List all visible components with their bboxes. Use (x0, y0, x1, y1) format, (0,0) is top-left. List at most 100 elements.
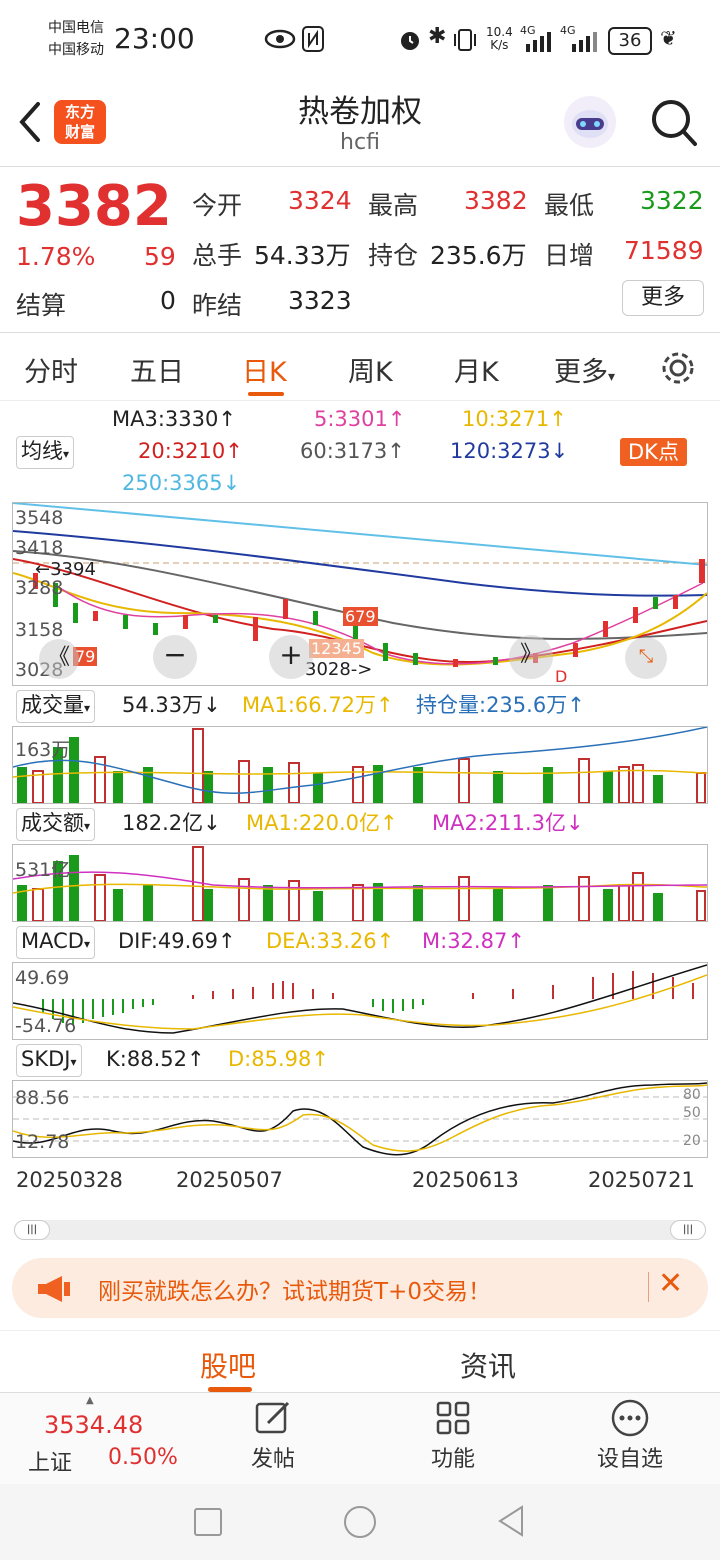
skdj-legend: SKDJ▾ K:88.52↑ D:85.98↑ (0, 1042, 720, 1078)
recents-icon[interactable] (194, 1508, 222, 1536)
ma250-label: 250:3365↓ (122, 471, 241, 495)
change-value: 59 (144, 242, 176, 271)
period-tabs: 分时 五日 日K 周K 月K 更多▾ (0, 334, 720, 401)
zoom-out-button[interactable]: − (153, 635, 197, 679)
title-bar: 东方 财富 热卷加权 hcfi (0, 80, 720, 167)
tab-monthly-k[interactable]: 月K (454, 350, 499, 389)
caret-down-icon: ▾ (83, 937, 90, 951)
caret-down-icon: ▾ (608, 369, 616, 385)
tab-intraday[interactable]: 分时 (24, 350, 78, 389)
scroll-right-button[interactable]: 》 (509, 635, 553, 679)
index-value: 3534.48 (44, 1411, 144, 1439)
oi-change-label: 日增 (544, 241, 595, 270)
promo-divider (648, 1272, 649, 1302)
promo-banner[interactable]: 刚买就跌怎么办？试试期货T+0交易！ ✕ (12, 1258, 708, 1318)
caret-down-icon: ▾ (70, 1055, 77, 1069)
assistant-robot-icon[interactable] (562, 94, 618, 150)
tab-forum[interactable]: 股吧 (200, 1345, 256, 1385)
watchlist-label: 设自选 (596, 1447, 663, 1472)
carrier-1: 中国电信 (48, 20, 104, 36)
carrier-2: 中国移动 (48, 42, 104, 58)
d-marker: D (555, 667, 568, 686)
index-change: 0.50% (108, 1445, 178, 1470)
volume-chart (13, 727, 707, 803)
amount-selector[interactable]: 成交额▾ (16, 808, 96, 841)
more-quote-button[interactable]: 更多 (622, 280, 704, 316)
kline-y-label: 3548 (15, 507, 64, 529)
macd-panel[interactable]: 49.69 -54.76 (12, 962, 708, 1040)
nfc-icon (302, 26, 324, 52)
gear-icon[interactable] (660, 350, 696, 386)
promo-text: 刚买就跌怎么办？试试期货T+0交易！ (98, 1279, 491, 1305)
fullscreen-icon[interactable]: ⤡ (625, 637, 667, 679)
volume-panel[interactable]: 163万 (12, 726, 708, 804)
add-watchlist-button[interactable]: 设自选 (590, 1399, 670, 1483)
macd-legend: MACD▾ DIF:49.69↑ DEA:33.26↑ M:32.87↑ (0, 924, 720, 960)
change-percent: 1.78% (16, 242, 96, 271)
grid-icon (436, 1401, 470, 1435)
skdj-y-top: 88.56 (15, 1087, 70, 1109)
tab-indicator (248, 392, 284, 396)
signal-2-icon (572, 32, 597, 52)
scroll-left-button[interactable]: 《 (39, 639, 79, 679)
skdj-level: 50 (683, 1105, 701, 1121)
amount-chart (13, 846, 707, 921)
kline-y-label: 3158 (15, 619, 64, 641)
back-nav-icon[interactable] (496, 1504, 526, 1538)
tab-weekly-k[interactable]: 周K (348, 350, 393, 389)
macd-y-bottom: -54.76 (15, 1015, 77, 1037)
scroll-handle-left[interactable]: ||| (14, 1220, 50, 1240)
oi-change-value: 71589 (624, 236, 704, 265)
home-icon[interactable] (344, 1506, 376, 1538)
date-label: 20250507 (176, 1168, 283, 1192)
low-label: 最低 (544, 191, 595, 220)
kline-panel[interactable]: 3548 3418 3288 3158 3028 ←3394 3028-> 79… (12, 502, 708, 686)
volume-selector[interactable]: 成交量▾ (16, 690, 96, 723)
search-icon[interactable] (650, 98, 698, 148)
zoom-in-button[interactable]: + (269, 635, 313, 679)
skdj-chart (13, 1082, 707, 1156)
ma10-label: 10:3271↑ (462, 407, 567, 431)
ma5-label: 5:3301↑ (314, 407, 406, 431)
amount-y-label: 531亿 (15, 859, 71, 881)
chart-scrollbar[interactable]: ||| ||| (14, 1220, 706, 1240)
date-label: 20250328 (16, 1168, 123, 1192)
battery-icon: 36 (608, 27, 652, 55)
skdj-selector[interactable]: SKDJ▾ (16, 1044, 82, 1077)
post-button[interactable]: 发帖 (238, 1399, 308, 1483)
functions-button[interactable]: 功能 (418, 1399, 488, 1483)
open-value: 3324 (288, 186, 352, 215)
low-value: 3322 (640, 186, 704, 215)
tab-more-periods[interactable]: 更多▾ (554, 350, 615, 389)
td-nine-mid: 12345 (309, 639, 364, 658)
ma-legend: MA3:3330↑ 5:3301↑ 10:3271↑ 均线▾ 20:3210↑ … (0, 402, 720, 500)
macd-selector[interactable]: MACD▾ (16, 926, 95, 959)
amount-ma2: MA2:211.3亿↓ (432, 811, 584, 835)
macd-dif: DIF:49.69↑ (118, 929, 236, 953)
ma-selector[interactable]: 均线▾ (16, 436, 75, 469)
ma60-label: 60:3173↑ (300, 439, 405, 463)
tab-daily-k[interactable]: 日K (242, 350, 287, 389)
clock: 23:00 (114, 22, 195, 55)
tab-five-day[interactable]: 五日 (130, 350, 184, 389)
kline-y-label: 3288 (15, 577, 64, 599)
post-label: 发帖 (250, 1447, 295, 1472)
amount-ma1: MA1:220.0亿↑ (246, 811, 398, 835)
megaphone-icon (38, 1276, 70, 1302)
skdj-level: 20 (683, 1133, 701, 1149)
high-value: 3382 (464, 186, 528, 215)
more-dots-icon (611, 1399, 649, 1437)
amount-panel[interactable]: 531亿 (12, 844, 708, 922)
index-ticker[interactable]: ▲ 3534.48 上证 0.50% (0, 1393, 190, 1485)
close-icon[interactable]: ✕ (658, 1266, 683, 1301)
functions-label: 功能 (430, 1447, 475, 1472)
scroll-handle-right[interactable]: ||| (670, 1220, 706, 1240)
skdj-panel[interactable]: 88.56 12.78 80 50 20 (12, 1080, 708, 1158)
bluetooth-icon: ✱ (428, 24, 447, 49)
dk-point-button[interactable]: DK点 (620, 438, 687, 466)
tab-news[interactable]: 资讯 (460, 1345, 516, 1385)
volume-value: 54.33万 (254, 241, 351, 270)
volume-value: 54.33万↓ (122, 693, 221, 717)
td-nine-right: 679 (343, 607, 378, 626)
edit-icon (255, 1401, 290, 1434)
